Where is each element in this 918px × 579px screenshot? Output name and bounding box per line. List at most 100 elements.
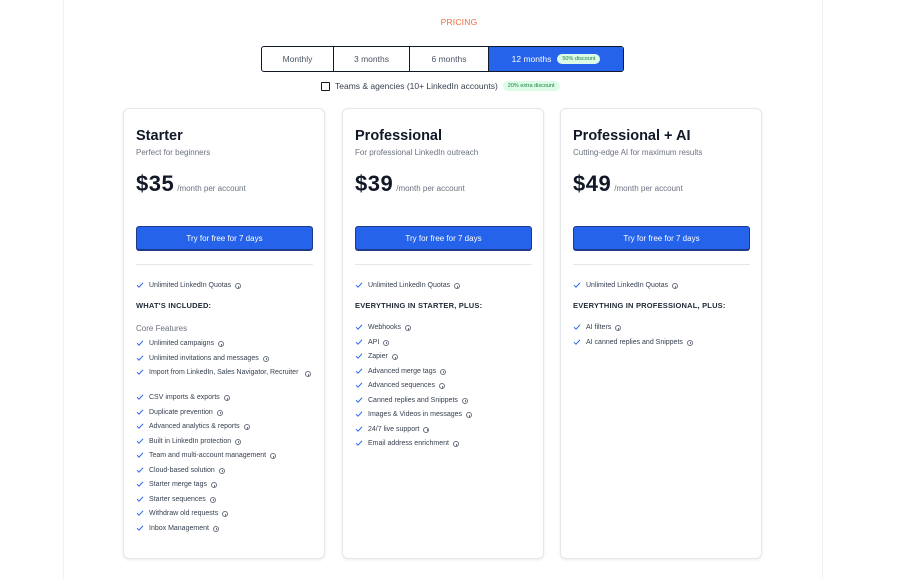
feature-item: Unlimited campaigns xyxy=(136,339,224,349)
feature-label: Inbox Management xyxy=(149,524,209,532)
feature-item: AI canned replies and Snippets xyxy=(573,338,693,348)
tab-monthly[interactable]: Monthly xyxy=(262,47,334,71)
check-icon xyxy=(355,281,364,291)
info-icon[interactable] xyxy=(235,438,242,445)
pricing-eyebrow: PRICING xyxy=(440,17,478,27)
info-icon[interactable] xyxy=(235,283,242,289)
info-icon[interactable] xyxy=(212,525,219,532)
check-icon xyxy=(136,437,145,447)
info-icon[interactable] xyxy=(438,383,445,389)
feature-label: Duplicate prevention xyxy=(149,408,213,416)
tab-3-months[interactable]: 3 months xyxy=(334,47,410,71)
tab-12-months-label: 12 months xyxy=(511,54,552,64)
tab-12-months[interactable]: 12 months 50% discount xyxy=(489,47,623,71)
info-icon[interactable] xyxy=(218,467,225,474)
info-icon[interactable] xyxy=(270,453,277,459)
info-icon[interactable] xyxy=(440,368,447,375)
check-icon xyxy=(136,466,145,476)
feature-label: Canned replies and Snippets xyxy=(368,396,458,404)
tab-monthly-label: Monthly xyxy=(282,54,313,64)
check-icon xyxy=(136,408,145,418)
teams-label[interactable]: Teams & agencies (10+ LinkedIn accounts) xyxy=(335,81,498,91)
feature-item: Unlimited invitations and messages xyxy=(136,354,269,364)
feature-item: Unlimited LinkedIn Quotas xyxy=(136,281,242,291)
info-icon[interactable] xyxy=(672,283,679,289)
info-icon[interactable] xyxy=(216,409,223,416)
tab-3-months-label: 3 months xyxy=(354,54,389,64)
feature-item: Starter merge tags xyxy=(136,480,217,490)
feature-item: Zapier xyxy=(355,352,398,362)
info-icon[interactable] xyxy=(686,339,693,346)
divider xyxy=(573,264,750,265)
try-free-button[interactable]: Try for free for 7 days xyxy=(136,226,313,250)
check-icon xyxy=(355,425,364,435)
check-icon xyxy=(136,368,145,378)
tab-6-months[interactable]: 6 months xyxy=(410,47,489,71)
feature-item: Unlimited LinkedIn Quotas xyxy=(573,281,679,291)
feature-item: Canned replies and Snippets xyxy=(355,396,468,406)
info-icon[interactable] xyxy=(423,426,430,433)
feature-label: Unlimited campaigns xyxy=(149,340,214,347)
feature-label: AI canned replies and Snippets xyxy=(586,338,683,346)
try-free-button[interactable]: Try for free for 7 days xyxy=(573,226,750,250)
teams-checkbox[interactable] xyxy=(321,81,330,91)
info-icon[interactable] xyxy=(404,325,411,331)
feature-label: Unlimited LinkedIn Quotas xyxy=(149,282,232,289)
plan-tagline: For professional LinkedIn outreach xyxy=(355,148,479,157)
feature-label: Email address enrichment xyxy=(368,440,449,447)
check-icon xyxy=(136,480,145,490)
plan-card-professional: Professional For professional LinkedIn ou… xyxy=(342,108,544,559)
section-heading: EVERYTHING IN STARTER, PLUS: xyxy=(355,301,483,310)
check-icon xyxy=(355,381,364,391)
check-icon xyxy=(136,393,145,403)
feature-label: Unlimited invitations and messages xyxy=(149,354,259,362)
info-icon[interactable] xyxy=(209,496,216,503)
info-icon[interactable] xyxy=(615,325,622,331)
tab-6-months-label: 6 months xyxy=(431,54,467,64)
info-icon[interactable] xyxy=(262,355,269,362)
check-icon xyxy=(355,396,364,406)
feature-label: Advanced merge tags xyxy=(368,367,437,375)
feature-label: Advanced analytics & reports xyxy=(149,423,240,430)
info-icon[interactable] xyxy=(466,412,473,418)
plan-name: Professional xyxy=(355,128,443,144)
section-heading: WHAT'S INCLUDED: xyxy=(136,301,212,310)
try-free-button[interactable]: Try for free for 7 days xyxy=(355,226,532,250)
check-icon xyxy=(355,439,364,449)
info-icon[interactable] xyxy=(210,482,217,488)
feature-label: AI filters xyxy=(586,324,612,331)
plan-name: Professional + AI xyxy=(573,128,691,144)
info-icon[interactable] xyxy=(305,371,311,377)
check-icon xyxy=(355,410,364,420)
info-icon[interactable] xyxy=(461,397,468,404)
info-icon[interactable] xyxy=(391,354,398,360)
info-icon[interactable] xyxy=(454,283,461,289)
feature-item: Inbox Management xyxy=(136,524,219,534)
feature-label: Withdraw old requests xyxy=(149,510,219,517)
info-icon[interactable] xyxy=(243,424,250,430)
feature-label: Advanced sequences xyxy=(368,382,435,389)
plan-tagline: Perfect for beginners xyxy=(136,148,211,157)
check-icon xyxy=(355,338,364,348)
info-icon[interactable] xyxy=(217,341,224,347)
info-icon[interactable] xyxy=(452,441,459,447)
check-icon xyxy=(355,352,364,362)
feature-label: Import from LinkedIn, Sales Navigator, R… xyxy=(149,369,299,376)
info-icon[interactable] xyxy=(383,339,390,346)
plan-name: Starter xyxy=(136,128,183,144)
feature-label: Unlimited LinkedIn Quotas xyxy=(368,282,451,289)
feature-label: Team and multi-account management xyxy=(149,452,267,459)
check-icon xyxy=(136,339,145,349)
billing-period-tabs: Monthly 3 months 6 months 12 months 50% … xyxy=(261,46,624,72)
feature-item: Duplicate prevention xyxy=(136,408,223,418)
feature-item: Cloud-based solution xyxy=(136,466,225,476)
feature-item: Webhooks xyxy=(355,323,411,333)
section-heading: EVERYTHING IN PROFESSIONAL, PLUS: xyxy=(573,301,726,310)
price-amount: $39 xyxy=(355,171,394,196)
feature-item: Built in LinkedIn protection xyxy=(136,437,242,447)
info-icon[interactable] xyxy=(223,395,230,401)
plan-tagline: Cutting-edge AI for maximum results xyxy=(573,148,703,157)
info-icon[interactable] xyxy=(222,511,229,517)
feature-item: AI filters xyxy=(573,323,622,333)
price-unit: /month per account xyxy=(396,184,465,193)
